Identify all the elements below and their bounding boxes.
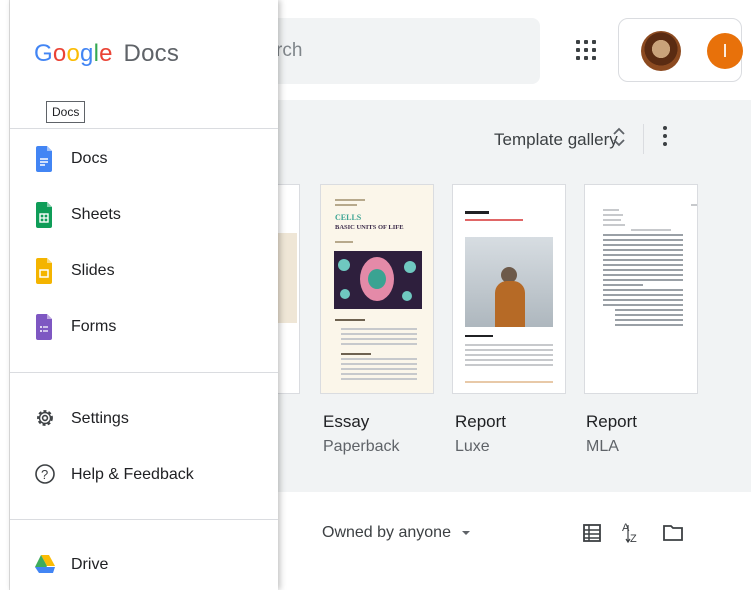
drawer-item-label: Slides	[71, 262, 115, 279]
organization-logo	[641, 31, 681, 71]
drawer-item-label: Sheets	[71, 206, 121, 223]
gear-icon	[34, 407, 56, 434]
owner-filter-dropdown[interactable]: Owned by anyone	[322, 524, 471, 542]
drawer-item-help[interactable]: ? Help & Feedback	[10, 454, 278, 498]
template-gallery-button[interactable]: Template gallery	[494, 130, 618, 150]
sheets-icon	[36, 202, 52, 233]
cell-illustration	[334, 251, 422, 309]
google-apps-icon[interactable]	[572, 36, 600, 64]
template-thumb-report-luxe[interactable]	[452, 184, 566, 394]
account-switcher[interactable]: I	[618, 18, 743, 82]
svg-text:?: ?	[41, 467, 48, 482]
drawer-item-sheets[interactable]: Sheets	[10, 194, 278, 238]
drawer-item-label: Docs	[71, 150, 108, 167]
drawer-item-label: Forms	[71, 318, 117, 335]
drawer-divider	[10, 519, 278, 520]
drawer-item-settings[interactable]: Settings	[10, 398, 278, 442]
drawer-item-label: Help & Feedback	[71, 466, 194, 483]
avatar[interactable]: I	[707, 33, 743, 69]
drawer-item-slides[interactable]: Slides	[10, 250, 278, 294]
template-name: Report	[455, 412, 507, 431]
google-docs-logo[interactable]: Google Docs	[34, 40, 179, 68]
drawer-item-forms[interactable]: Forms	[10, 306, 278, 350]
svg-text:A: A	[622, 522, 630, 534]
navigation-drawer: Google Docs Docs Docs Sheets Slides Form…	[10, 0, 278, 590]
drawer-item-label: Settings	[71, 410, 129, 427]
sort-az-icon[interactable]: A Z	[620, 519, 642, 545]
product-name: Docs	[123, 40, 180, 67]
unfold-more-icon[interactable]	[612, 126, 626, 153]
help-icon: ?	[34, 463, 56, 490]
drawer-divider	[10, 128, 278, 129]
template-thumb-essay[interactable]: CELLS BASIC UNITS OF LIFE	[320, 184, 434, 394]
drawer-divider	[10, 372, 278, 373]
drawer-item-docs[interactable]: Docs	[10, 138, 278, 182]
docs-icon	[36, 146, 52, 177]
template-name: Essay	[323, 412, 370, 431]
drawer-item-label: Drive	[71, 556, 109, 573]
drawer-item-drive[interactable]: Drive	[10, 544, 278, 588]
svg-text:Z: Z	[630, 533, 637, 545]
template-name: Report	[586, 412, 638, 431]
list-view-icon[interactable]	[582, 523, 602, 543]
drive-icon	[34, 554, 56, 579]
folder-icon[interactable]	[662, 523, 684, 543]
essay-thumb-heading: BASIC UNITS OF LIFE	[335, 224, 404, 231]
forms-icon	[36, 314, 52, 345]
template-thumb-report-mla[interactable]	[584, 184, 698, 394]
dropdown-arrow-icon	[462, 530, 471, 535]
template-subtitle: Paperback	[323, 438, 400, 455]
owner-filter-label: Owned by anyone	[322, 524, 451, 541]
tooltip: Docs	[46, 101, 86, 123]
drawer-edge	[0, 0, 10, 590]
template-subtitle: Luxe	[455, 438, 490, 455]
slides-icon	[36, 258, 52, 289]
search-placeholder: rch	[276, 40, 303, 61]
essay-thumb-title: CELLS	[335, 213, 362, 222]
template-subtitle: MLA	[586, 438, 619, 455]
more-options-icon[interactable]	[661, 124, 669, 152]
toolbar-divider	[643, 124, 644, 154]
